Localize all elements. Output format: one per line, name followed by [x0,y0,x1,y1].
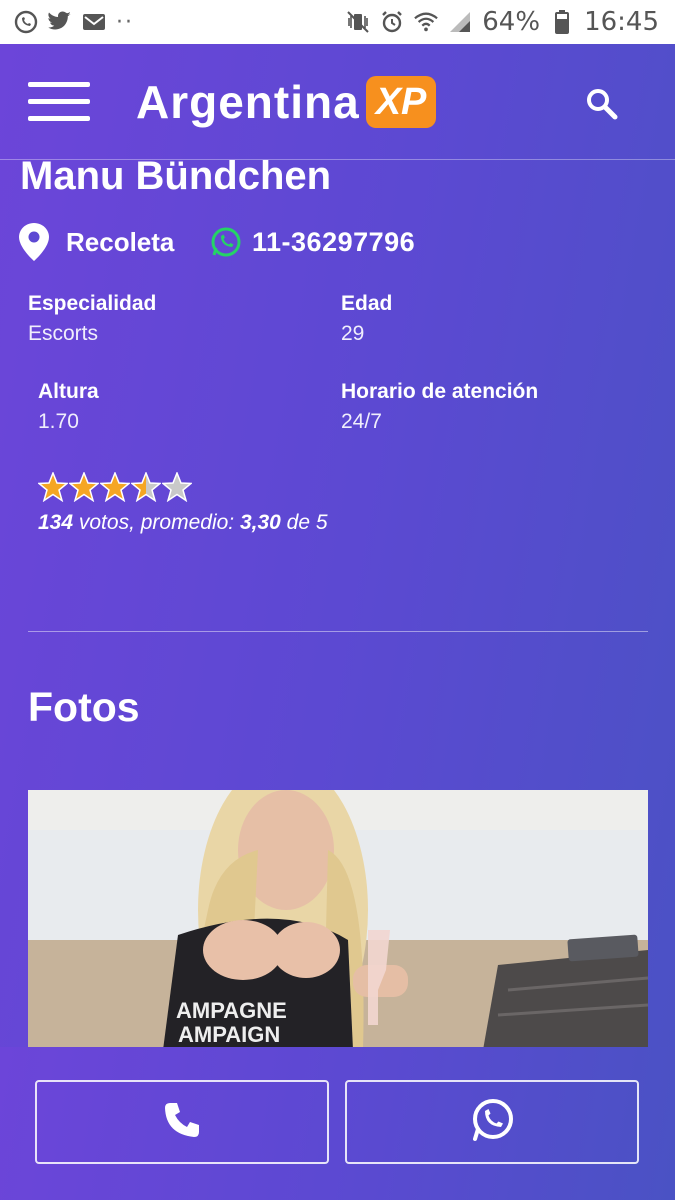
profile-photo[interactable]: AMPAGNE AMPAIGN [28,790,648,1050]
bottom-action-bar [0,1047,675,1200]
call-button[interactable] [35,1080,329,1164]
wifi-icon [414,10,439,34]
status-bar: ·· 64% 16:45 [0,0,675,44]
location-text: Recoleta [66,226,175,257]
logo-text: Argentina [136,76,360,128]
whatsapp-icon [210,226,242,258]
rating-of: de 5 [280,511,328,534]
edad-value: 29 [341,322,365,345]
star-icon[interactable] [131,472,161,502]
battery-percentage: 64% [482,7,541,37]
edad-label: Edad [341,292,393,315]
svg-text:AMPAGNE: AMPAGNE [176,998,287,1023]
clock: 16:45 [584,7,659,37]
battery-icon [550,10,574,34]
star-icon[interactable] [38,472,68,502]
votes-text: votos, promedio: [73,511,240,534]
app-screen: Argentina XP Manu Bündchen Recoleta 11-3… [0,44,675,1200]
search-icon[interactable] [584,86,620,122]
star-icon[interactable] [69,472,99,502]
profile-name: Manu Bündchen [20,154,332,198]
whatsapp-button[interactable] [345,1080,639,1164]
rating-stars[interactable] [38,472,192,502]
rating-summary: 134 votos, promedio: 3,30 de 5 [38,506,338,540]
altura-label: Altura [38,380,99,403]
more-dots-icon: ·· [116,9,134,35]
signal-icon [448,10,472,34]
section-divider [28,631,648,632]
star-icon[interactable] [100,472,130,502]
star-icon[interactable] [162,472,192,502]
whatsapp-icon [469,1097,515,1148]
especialidad-value: Escorts [28,322,99,345]
logo-badge: XP [365,76,437,128]
alarm-icon [380,10,404,34]
svg-text:AMPAIGN: AMPAIGN [178,1022,280,1047]
map-pin-icon [18,222,50,262]
horario-label: Horario de atención [341,380,539,403]
mail-icon [82,10,106,34]
location: Recoleta [18,220,174,264]
site-logo[interactable]: Argentina XP [136,72,437,132]
altura-value: 1.70 [38,410,79,433]
site-header: Argentina XP [0,44,675,160]
vibrate-mute-icon [346,10,370,34]
photos-title: Fotos [28,684,140,730]
phone-icon [162,1100,202,1145]
twitter-icon [48,10,72,34]
votes-count: 134 [38,511,74,534]
rating-average: 3,30 [239,511,281,534]
horario-value: 24/7 [341,410,382,433]
menu-icon[interactable] [28,82,90,122]
phone-number: 11-36297796 [252,226,416,257]
especialidad-label: Especialidad [28,292,157,315]
whatsapp-icon [14,10,38,34]
whatsapp-contact[interactable]: 11-36297796 [210,220,415,264]
